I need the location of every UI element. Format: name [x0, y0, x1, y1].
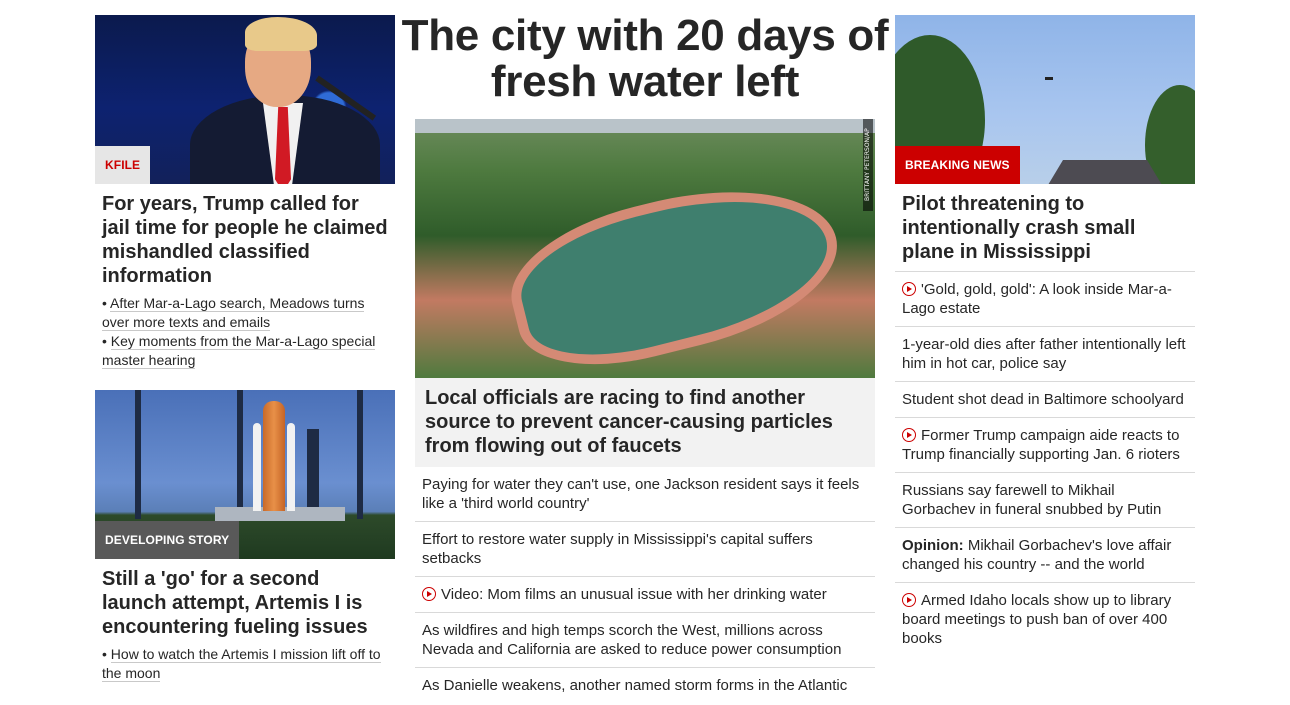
related-link: • After Mar-a-Lago search, Meadows turns… [102, 295, 365, 331]
video-play-icon [902, 282, 916, 296]
list-item[interactable]: Student shot dead in Baltimore schoolyar… [895, 382, 1195, 418]
opinion-prefix: Opinion: [902, 537, 964, 554]
lead-story-title[interactable]: The city with 20 days of fresh water lef… [395, 13, 895, 105]
list-item[interactable]: 'Gold, gold, gold': A look inside Mar-a-… [895, 272, 1195, 327]
lead-story-caption[interactable]: Local officials are racing to find anoth… [415, 378, 875, 467]
story-headline-pilot[interactable]: Pilot threatening to intentionally crash… [895, 184, 1195, 272]
video-play-icon [902, 593, 916, 607]
list-item-text: As wildfires and high temps scorch the W… [422, 622, 842, 658]
right-headline-list: 'Gold, gold, gold': A look inside Mar-a-… [895, 272, 1195, 656]
list-item-text: Student shot dead in Baltimore schoolyar… [902, 391, 1184, 408]
artemis-photo[interactable]: DEVELOPING STORY [95, 390, 395, 559]
reservoir-photo[interactable]: BRITTANY PETERSON/AP [415, 119, 875, 378]
related-link: • Key moments from the Mar-a-Lago specia… [102, 333, 376, 369]
story-headline-trump[interactable]: For years, Trump called for jail time fo… [95, 184, 395, 288]
list-item[interactable]: As wildfires and high temps scorch the W… [415, 613, 875, 668]
list-item[interactable]: 1-year-old dies after father intentional… [895, 327, 1195, 382]
list-item-text: Video: Mom films an unusual issue with h… [441, 586, 827, 603]
list-item[interactable]: Former Trump campaign aide reacts to Tru… [895, 418, 1195, 473]
list-item[interactable]: Russians say farewell to Mikhail Gorbach… [895, 473, 1195, 528]
list-item[interactable]: Paying for water they can't use, one Jac… [415, 467, 875, 522]
video-play-icon [422, 587, 436, 601]
kfile-label: KFILE [95, 146, 151, 184]
list-item-text: 'Gold, gold, gold': A look inside Mar-a-… [902, 281, 1172, 317]
list-item-text: As Danielle weakens, another named storm… [422, 677, 848, 694]
story-card-artemis[interactable]: DEVELOPING STORY Still a 'go' for a seco… [95, 390, 395, 683]
plane-photo[interactable]: BREAKING NEWS [895, 15, 1195, 184]
developing-story-label: DEVELOPING STORY [95, 521, 240, 559]
list-item-text: Paying for water they can't use, one Jac… [422, 476, 860, 512]
list-item[interactable]: As Danielle weakens, another named storm… [415, 668, 875, 703]
list-item-text: Former Trump campaign aide reacts to Tru… [902, 427, 1180, 463]
related-links-artemis: • How to watch the Artemis I mission lif… [95, 639, 395, 683]
video-play-icon [902, 428, 916, 442]
list-item[interactable]: Opinion: Mikhail Gorbachev's love affair… [895, 528, 1195, 583]
related-link-meadows[interactable]: After Mar-a-Lago search, Meadows turns o… [102, 295, 365, 331]
middle-column: BRITTANY PETERSON/AP Local officials are… [415, 119, 875, 703]
list-item-text: Effort to restore water supply in Missis… [422, 531, 813, 567]
photo-credit: BRITTANY PETERSON/AP [863, 119, 873, 211]
right-column: BREAKING NEWS Pilot threatening to inten… [895, 15, 1195, 656]
list-item-text: Armed Idaho locals show up to library bo… [902, 592, 1172, 647]
breaking-news-label: BREAKING NEWS [895, 146, 1020, 184]
left-column: KFILE For years, Trump called for jail t… [95, 15, 395, 682]
related-link-artemis-watch[interactable]: How to watch the Artemis I mission lift … [102, 646, 381, 682]
list-item-text: Russians say farewell to Mikhail Gorbach… [902, 482, 1162, 518]
list-item[interactable]: Armed Idaho locals show up to library bo… [895, 583, 1195, 656]
list-item[interactable]: Effort to restore water supply in Missis… [415, 522, 875, 577]
related-link-hearing[interactable]: Key moments from the Mar-a-Lago special … [102, 333, 376, 369]
trump-photo[interactable]: KFILE [95, 15, 395, 184]
lead-related-list: Paying for water they can't use, one Jac… [415, 467, 875, 703]
story-headline-artemis[interactable]: Still a 'go' for a second launch attempt… [95, 559, 395, 639]
list-item[interactable]: Video: Mom films an unusual issue with h… [415, 577, 875, 613]
list-item-text: 1-year-old dies after father intentional… [902, 336, 1186, 372]
related-links-trump: • After Mar-a-Lago search, Meadows turns… [95, 288, 395, 370]
related-link: • How to watch the Artemis I mission lif… [102, 646, 381, 682]
story-card-trump[interactable]: KFILE For years, Trump called for jail t… [95, 15, 395, 370]
